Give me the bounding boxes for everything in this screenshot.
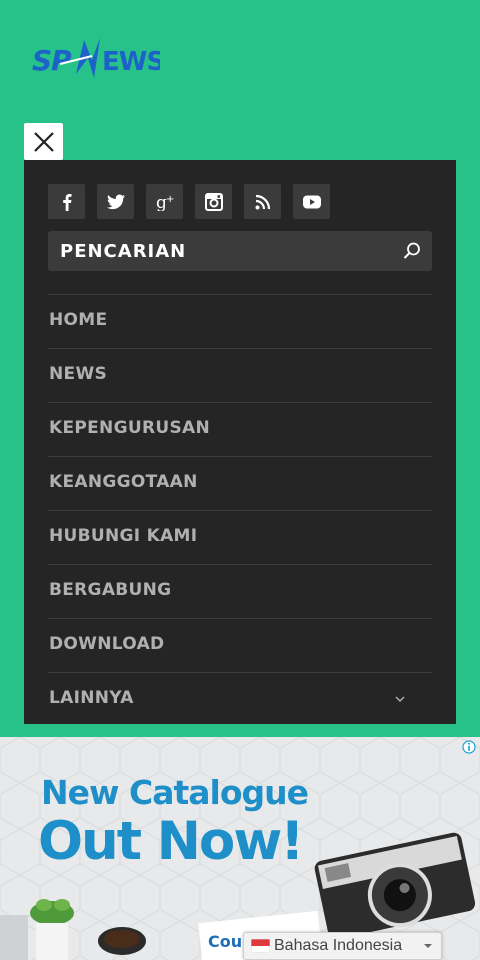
rss-button[interactable] [244,184,281,219]
nav-item-keanggotaan[interactable]: KEANGGOTAAN [48,456,432,510]
close-menu-button[interactable] [24,123,63,160]
instagram-button[interactable] [195,184,232,219]
nav-item-label: HOME [49,310,108,330]
twitter-icon [106,194,125,209]
ad-subheadline: Out Now! [38,811,304,872]
indonesia-flag-icon [251,939,270,953]
site-header: SP EWS g + PENCARIAN HOME NEWS KEPENGURU… [0,0,480,737]
nav-item-home[interactable]: HOME [48,294,432,348]
nav-item-label: LAINNYA [49,688,134,708]
nav-item-news[interactable]: NEWS [48,348,432,402]
instagram-icon [204,192,223,211]
caret-down-icon [424,944,432,948]
language-label: Bahasa Indonesia [274,937,403,954]
twitter-button[interactable] [97,184,134,219]
nav-item-bergabung[interactable]: BERGABUNG [48,564,432,618]
close-icon [33,131,54,152]
nav-item-lainnya[interactable]: LAINNYA [48,672,432,726]
youtube-icon [302,195,321,208]
advertisement-banner[interactable]: Cou New Catalogue Out Now! [0,737,480,960]
info-icon[interactable] [462,740,476,754]
mobile-menu-panel: g + PENCARIAN HOME NEWS KEPENGURUSAN KEA… [24,160,456,724]
language-selector[interactable]: Bahasa Indonesia [243,932,442,960]
spnews-logo[interactable]: SP EWS [30,34,160,84]
svg-text:SP: SP [32,44,72,77]
nav-item-label: BERGABUNG [49,580,172,600]
google-plus-icon: g + [156,193,174,211]
nav-item-label: HUBUNGI KAMI [49,526,198,546]
ad-headline: New Catalogue [41,773,309,812]
nav-item-download[interactable]: DOWNLOAD [48,618,432,672]
facebook-button[interactable] [48,184,85,219]
nav-item-label: NEWS [49,364,108,384]
search-box [48,231,432,271]
search-input[interactable] [60,231,380,271]
svg-text:+: + [166,194,174,205]
main-navigation: HOME NEWS KEPENGURUSAN KEANGGOTAAN HUBUN… [48,294,432,726]
social-links: g + [48,184,330,219]
search-icon[interactable] [402,241,422,261]
nav-item-kepengurusan[interactable]: KEPENGURUSAN [48,402,432,456]
svg-text:Cou: Cou [208,932,242,951]
youtube-button[interactable] [293,184,330,219]
svg-text:EWS: EWS [102,47,160,77]
nav-item-label: DOWNLOAD [49,634,165,654]
google-plus-button[interactable]: g + [146,184,183,219]
nav-item-label: KEPENGURUSAN [49,418,210,438]
rss-icon [255,194,270,209]
facebook-icon [62,193,71,211]
nav-item-hubungi-kami[interactable]: HUBUNGI KAMI [48,510,432,564]
chevron-down-icon[interactable] [394,693,406,705]
nav-item-label: KEANGGOTAAN [49,472,198,492]
